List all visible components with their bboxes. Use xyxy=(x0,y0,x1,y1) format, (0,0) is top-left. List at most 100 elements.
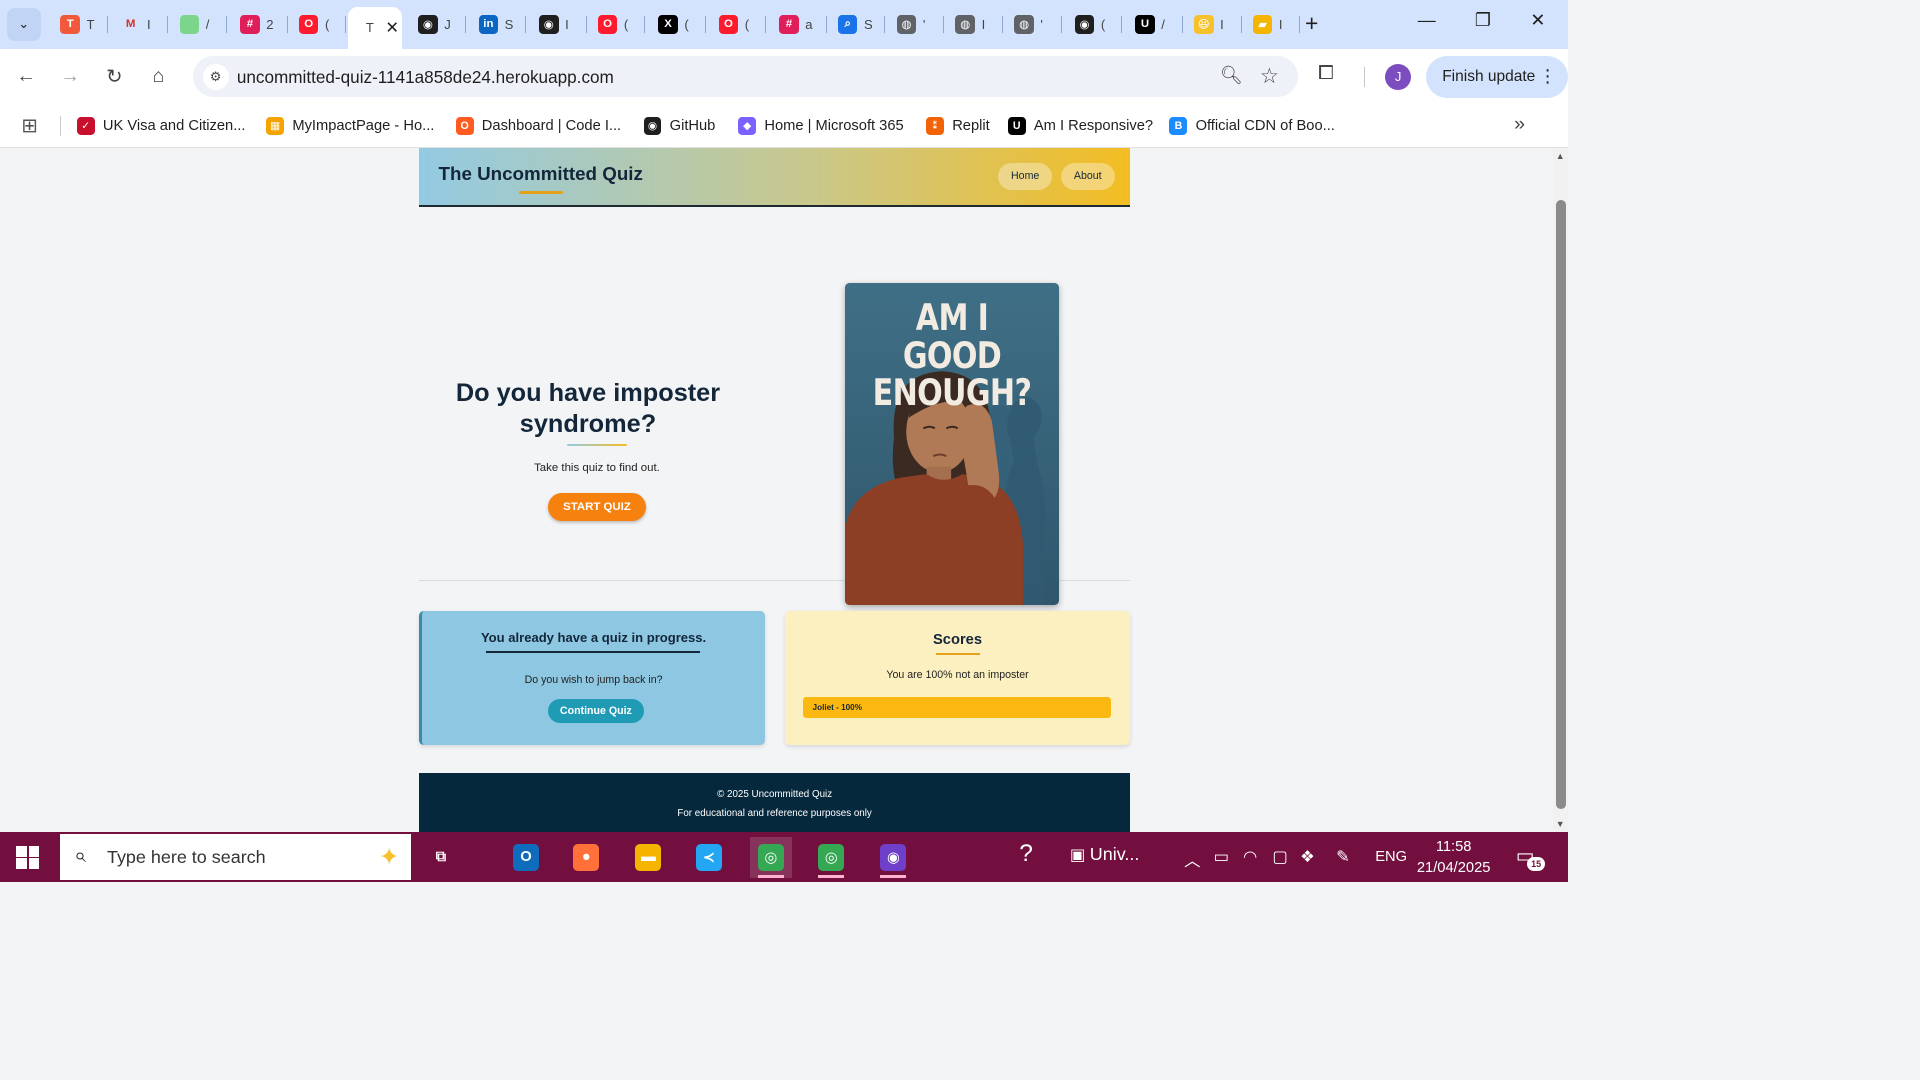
scores-summary: You are 100% not an imposter xyxy=(886,669,1029,682)
tab-item[interactable]: ◍ I xyxy=(944,7,1003,43)
tab-item[interactable]: #2 xyxy=(229,7,288,43)
linkedin-icon: in xyxy=(478,14,499,35)
tab-item[interactable]: ◉ I xyxy=(528,7,587,43)
scroll-up-icon[interactable]: ▲ xyxy=(1556,151,1565,161)
tab-active[interactable]: T ✕ xyxy=(347,6,402,49)
folder-icon: ▰ xyxy=(1252,14,1273,35)
site-info-icon[interactable]: ⚙ xyxy=(202,63,229,90)
more-menu-icon[interactable]: ⋮ xyxy=(1539,66,1557,87)
more-bookmarks-icon[interactable]: » xyxy=(1514,113,1525,136)
show-hidden-icons[interactable]: ︿ xyxy=(1184,847,1200,871)
reload-icon[interactable]: ↻ xyxy=(100,62,129,91)
tab-item[interactable]: # a xyxy=(768,7,827,43)
tab-title: ' xyxy=(1040,16,1043,32)
windows-taskbar: ⌕ Type here to search ✦ ⧉ O ● ▬ ≺ ◎ ◎ ◉ ? ▣ Uni… xyxy=(0,832,1568,882)
tab-title: ( xyxy=(744,16,750,32)
tab-search-button[interactable]: ⌄ xyxy=(6,8,41,41)
tab-close-icon[interactable]: ✕ xyxy=(385,18,399,38)
back-icon[interactable]: ← xyxy=(11,62,40,91)
help-icon[interactable]: ? xyxy=(1019,840,1033,868)
tab-item[interactable]: MI xyxy=(109,7,169,43)
battery-icon[interactable]: ▭ xyxy=(1214,847,1229,867)
notifications-icon[interactable]: ▭ 15 xyxy=(1516,844,1546,872)
tab-item[interactable]: ◍ ' xyxy=(1003,7,1062,43)
restore-icon[interactable]: ❐ xyxy=(1475,10,1491,31)
continue-quiz-button[interactable]: Continue Quiz xyxy=(547,698,645,724)
pen-icon[interactable]: ✎ xyxy=(1336,847,1350,867)
bookmark-item[interactable]: ▦ MyImpactPage - Ho... xyxy=(266,114,434,137)
start-quiz-button[interactable]: START QUIZ xyxy=(547,492,646,521)
language-indicator[interactable]: ENG xyxy=(1375,849,1407,865)
address-bar[interactable]: ⚙ uncommitted-quiz-1141a858de24.herokuap… xyxy=(192,56,1299,98)
forward-icon[interactable]: → xyxy=(56,62,85,91)
tab-item[interactable]: 😆 I xyxy=(1183,7,1242,43)
scrollbar-thumb[interactable] xyxy=(1555,200,1566,810)
wifi-icon[interactable]: ◠ xyxy=(1243,847,1257,867)
nav-home-link[interactable]: Home xyxy=(997,162,1053,191)
home-icon[interactable]: ⌂ xyxy=(144,62,173,91)
tab-separator xyxy=(644,16,646,33)
taskbar-search-box[interactable]: ⌕ Type here to search ✦ xyxy=(59,833,411,881)
tab-title: ( xyxy=(1100,16,1106,32)
task-view-icon[interactable]: ⧉ xyxy=(420,837,462,878)
bookmark-label: Replit xyxy=(952,117,990,134)
hero-poster-image: AM I GOOD ENOUGH? xyxy=(845,282,1060,606)
clock-time: 11:58 xyxy=(1435,839,1472,856)
tab-item[interactable]: ◍ ' xyxy=(885,7,945,43)
chrome-profile-icon[interactable]: ◎ xyxy=(749,837,793,878)
tab-item[interactable]: X( xyxy=(647,7,706,43)
bookmark-label: Am I Responsive? xyxy=(1033,117,1154,134)
bookmark-item[interactable]: ⁑ Replit xyxy=(926,114,990,137)
tab-item[interactable]: U / xyxy=(1124,7,1183,43)
tab-title: I xyxy=(1220,16,1224,32)
cards-section: You already have a quiz in progress. Do … xyxy=(418,581,1131,773)
tab-item[interactable]: ⌕ S xyxy=(826,7,886,43)
finish-update-button[interactable]: Finish update ⋮ xyxy=(1425,55,1568,98)
bookmark-label: Official CDN of Boo... xyxy=(1195,117,1335,134)
windows-start-icon[interactable] xyxy=(16,846,40,869)
github-desktop-icon[interactable]: ◉ xyxy=(872,837,914,878)
display-icon[interactable]: ▢ xyxy=(1272,847,1287,867)
gmail-icon: M xyxy=(125,18,136,31)
tab-item[interactable]: O( xyxy=(707,7,767,43)
tab-item[interactable]: O( xyxy=(586,7,646,43)
site-brand[interactable]: The Uncommitted Quiz xyxy=(439,163,643,185)
zoom-icon[interactable]: 🔍︎ xyxy=(1220,65,1243,86)
tab-item[interactable]: ◉( xyxy=(1063,7,1123,43)
tab-item[interactable]: in S xyxy=(467,7,526,43)
scroll-down-icon[interactable]: ▼ xyxy=(1556,819,1565,829)
outlook-icon[interactable]: O xyxy=(505,837,547,878)
tab-item[interactable]: ▰ I xyxy=(1241,7,1301,43)
tab-item[interactable]: O( xyxy=(287,7,347,43)
taskbar-clock[interactable]: 11:58 21/04/2025 xyxy=(1414,837,1492,879)
extensions-icon[interactable]: ⧠ xyxy=(1318,62,1334,85)
new-tab-button[interactable]: + xyxy=(1305,11,1318,36)
tab-separator xyxy=(1060,16,1062,33)
firefox-icon[interactable]: ● xyxy=(565,837,607,878)
nav-about-link[interactable]: About xyxy=(1060,162,1115,191)
bookmark-star-icon[interactable]: ☆ xyxy=(1260,64,1279,89)
apps-grid-icon[interactable]: ⊞ xyxy=(21,114,37,138)
close-window-icon[interactable]: ✕ xyxy=(1530,10,1545,31)
dropbox-icon[interactable]: ❖ xyxy=(1300,847,1315,867)
page-scrollbar[interactable]: ▲ ▼ xyxy=(1553,147,1568,833)
widget-icon[interactable]: ▣ Univ... xyxy=(1070,844,1140,865)
bookmark-item[interactable]: ◆ Home | Microsoft 365 xyxy=(738,114,904,137)
bookmark-item[interactable]: O Dashboard | Code I... xyxy=(455,114,621,137)
file-explorer-icon[interactable]: ▬ xyxy=(627,837,669,878)
tab-item[interactable]: ◉ J xyxy=(407,7,466,43)
bookmark-item[interactable]: ✓ UK Visa and Citizen... xyxy=(76,114,245,137)
tab-item[interactable]: / xyxy=(168,7,228,43)
brand-underline xyxy=(519,191,564,194)
chrome-icon[interactable]: ◎ xyxy=(810,837,852,878)
copilot-sparkle-icon[interactable]: ✦ xyxy=(379,842,400,872)
url-text[interactable]: uncommitted-quiz-1141a858de24.herokuapp.… xyxy=(237,67,614,88)
bookmark-item[interactable]: U Am I Responsive? xyxy=(1007,114,1154,137)
profile-avatar[interactable]: J xyxy=(1385,63,1412,90)
vscode-icon[interactable]: ≺ xyxy=(688,837,730,878)
minimize-icon[interactable]: — xyxy=(1418,10,1436,31)
bookmarks-bar: ⊞ ✓ UK Visa and Citizen... ▦ MyImpactPage -… xyxy=(0,104,1568,148)
bookmark-item[interactable]: ◉ GitHub xyxy=(643,114,715,137)
bookmark-item[interactable]: B Official CDN of Boo... xyxy=(1169,114,1335,137)
tab-item[interactable]: TT xyxy=(49,7,108,43)
